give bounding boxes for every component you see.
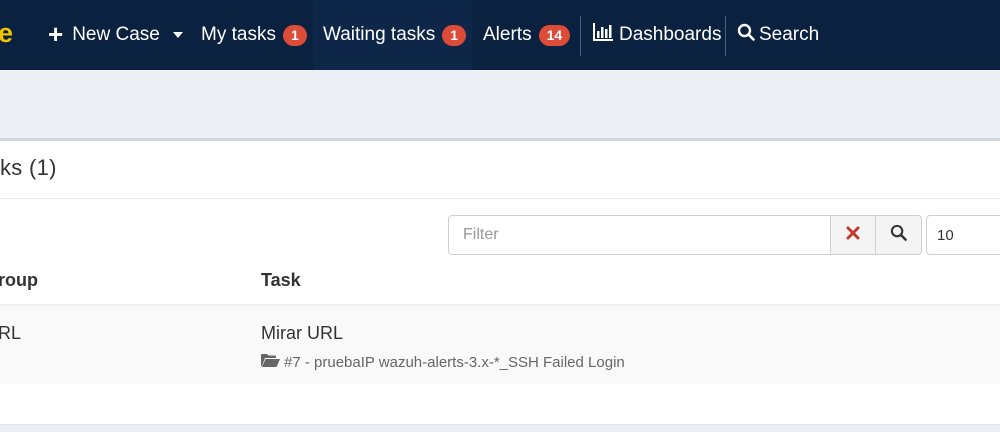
new-case-menu[interactable]: + New Case (48, 0, 183, 70)
filter-input[interactable] (448, 215, 831, 255)
content-header (0, 70, 1000, 138)
cell-group: RL (0, 323, 22, 343)
new-case-label: New Case (72, 24, 160, 45)
nav-waiting-tasks[interactable]: Waiting tasks 1 (313, 0, 472, 70)
nav-dashboards[interactable]: Dashboards (593, 0, 721, 70)
column-header-task[interactable]: Task (261, 270, 301, 291)
page-size-select[interactable]: 10 (926, 215, 1000, 255)
cell-task-link[interactable]: Mirar URL (261, 323, 343, 344)
folder-open-icon (261, 353, 280, 372)
box-bottom-edge (0, 424, 1000, 432)
dashboards-label: Dashboards (619, 24, 722, 45)
my-tasks-label: My tasks (201, 24, 276, 45)
my-tasks-badge: 1 (282, 24, 307, 46)
waiting-tasks-label: Waiting tasks (323, 24, 436, 45)
search-icon (737, 23, 755, 47)
column-header-group[interactable]: roup (0, 270, 38, 291)
alerts-label: Alerts (483, 24, 532, 45)
nav-divider (725, 16, 726, 56)
nav-my-tasks[interactable]: My tasks 1 (201, 0, 307, 70)
search-label: Search (759, 24, 820, 45)
table-row[interactable]: RL Mirar URL #7 - pruebaIP wazuh-alerts-… (0, 306, 1000, 384)
tasks-box: ks (1) 10 roup Task RL Mirar URL (0, 138, 1000, 424)
plus-icon: + (48, 19, 64, 49)
waiting-tasks-badge: 1 (442, 24, 467, 46)
nav-alerts[interactable]: Alerts 14 (483, 0, 571, 70)
box-title: ks (1) (0, 155, 57, 180)
nav-search[interactable]: Search (737, 0, 819, 70)
alerts-badge: 14 (538, 24, 571, 46)
filter-search-button[interactable] (875, 215, 922, 255)
times-icon (846, 226, 860, 245)
box-divider (0, 198, 1000, 199)
bar-chart-icon (593, 23, 613, 47)
caret-down-icon (172, 32, 183, 38)
case-link[interactable]: #7 - pruebaIP wazuh-alerts-3.x-*_SSH Fai… (261, 353, 625, 372)
brand-logo[interactable]: e (0, 18, 13, 48)
clear-filter-button[interactable] (830, 215, 876, 255)
nav-divider (580, 16, 581, 56)
top-navbar: e + New Case My tasks 1 Waiting tasks 1 … (0, 0, 1000, 70)
case-label: #7 - pruebaIP wazuh-alerts-3.x-*_SSH Fai… (284, 354, 625, 371)
search-icon (890, 224, 907, 246)
